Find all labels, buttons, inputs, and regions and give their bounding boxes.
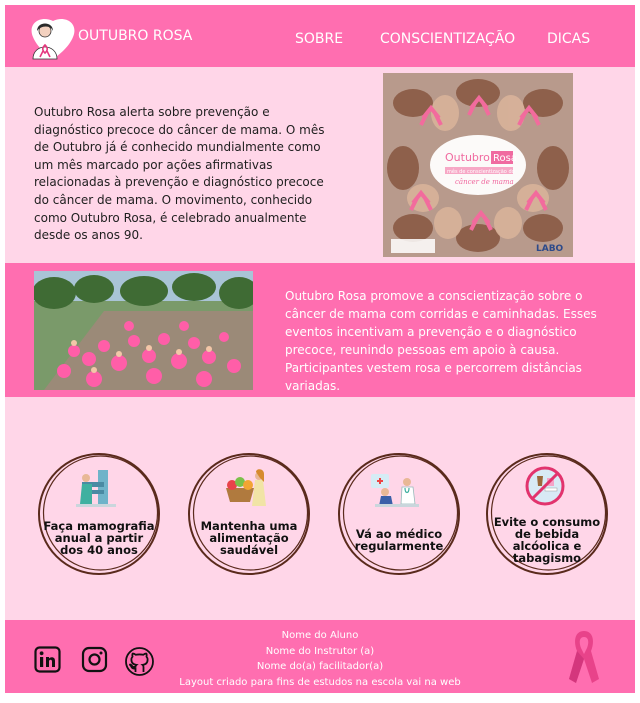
- photo-subtitle: mês de conscientização do: [447, 168, 515, 175]
- page: OUTUBRO ROSA SOBRE CONSCIENTIZAÇÃO DICAS…: [5, 5, 635, 693]
- awareness-section: Outubro Rosa promove a conscientização s…: [5, 263, 635, 397]
- photo-lab-logo: LABO: [536, 244, 564, 254]
- healthy-food-icon: [226, 469, 266, 506]
- tip-no-alcohol-tobacco: Evite o consumo de bebida alcóolica e ta…: [486, 453, 608, 575]
- photo-subtitle-2: câncer de mama: [455, 178, 514, 186]
- photo-title-rosa: Rosa: [493, 153, 517, 164]
- instagram-icon[interactable]: [81, 646, 108, 673]
- brand-title[interactable]: OUTUBRO ROSA: [78, 28, 192, 44]
- nav-dicas[interactable]: DICAS: [547, 31, 590, 47]
- linkedin-icon[interactable]: [34, 646, 61, 673]
- doctor-visit-icon: [371, 474, 419, 507]
- tip-label: Evite o consumo de bebida alcóolica e ta…: [493, 515, 601, 565]
- no-alcohol-tobacco-icon: [525, 466, 565, 506]
- walk-paragraph: Outubro Rosa promove a conscientização s…: [285, 289, 597, 393]
- credit-instructor: Nome do Instrutor (a): [265, 645, 375, 657]
- tip-label: Mantenha uma alimentação saudável: [200, 519, 298, 557]
- credit-facilitator: Nome do(a) facilitador(a): [256, 661, 384, 672]
- header: OUTUBRO ROSA SOBRE CONSCIENTIZAÇÃO DICAS: [5, 5, 635, 67]
- tip-label: Vá ao médico regularmente: [354, 527, 444, 553]
- pink-ribbon-icon: [569, 631, 599, 683]
- tip-healthy-food: Mantenha uma alimentação saudável: [188, 453, 310, 575]
- pink-walk-photo: [34, 271, 253, 390]
- mammography-icon: [76, 470, 116, 507]
- woman-ribbon-logo-icon[interactable]: [23, 15, 77, 63]
- photo-title-outubro: Outubro: [445, 151, 490, 164]
- tip-doctor-visit: Vá ao médico regularmente: [338, 453, 460, 575]
- credit-disclaimer: Layout criado para fins de estudos na es…: [179, 676, 461, 688]
- nav-sobre[interactable]: SOBRE: [295, 31, 343, 47]
- tip-label: Faça mamografia anual a partir dos 40 an…: [43, 519, 155, 557]
- intro-paragraph: Outubro Rosa alerta sobre prevenção e di…: [34, 105, 325, 243]
- hands-ribbons-photo: Outubro Rosa mês de conscientização do c…: [383, 73, 573, 257]
- tip-mammography: Faça mamografia anual a partir dos 40 an…: [38, 453, 160, 575]
- nav-conscientizacao[interactable]: CONSCIENTIZAÇÃO: [380, 31, 515, 47]
- footer: Nome do Aluno Nome do Instrutor (a) Nome…: [5, 620, 635, 693]
- credit-student: Nome do Aluno: [281, 630, 359, 641]
- credits: Nome do Aluno Nome do Instrutor (a) Nome…: [145, 628, 495, 690]
